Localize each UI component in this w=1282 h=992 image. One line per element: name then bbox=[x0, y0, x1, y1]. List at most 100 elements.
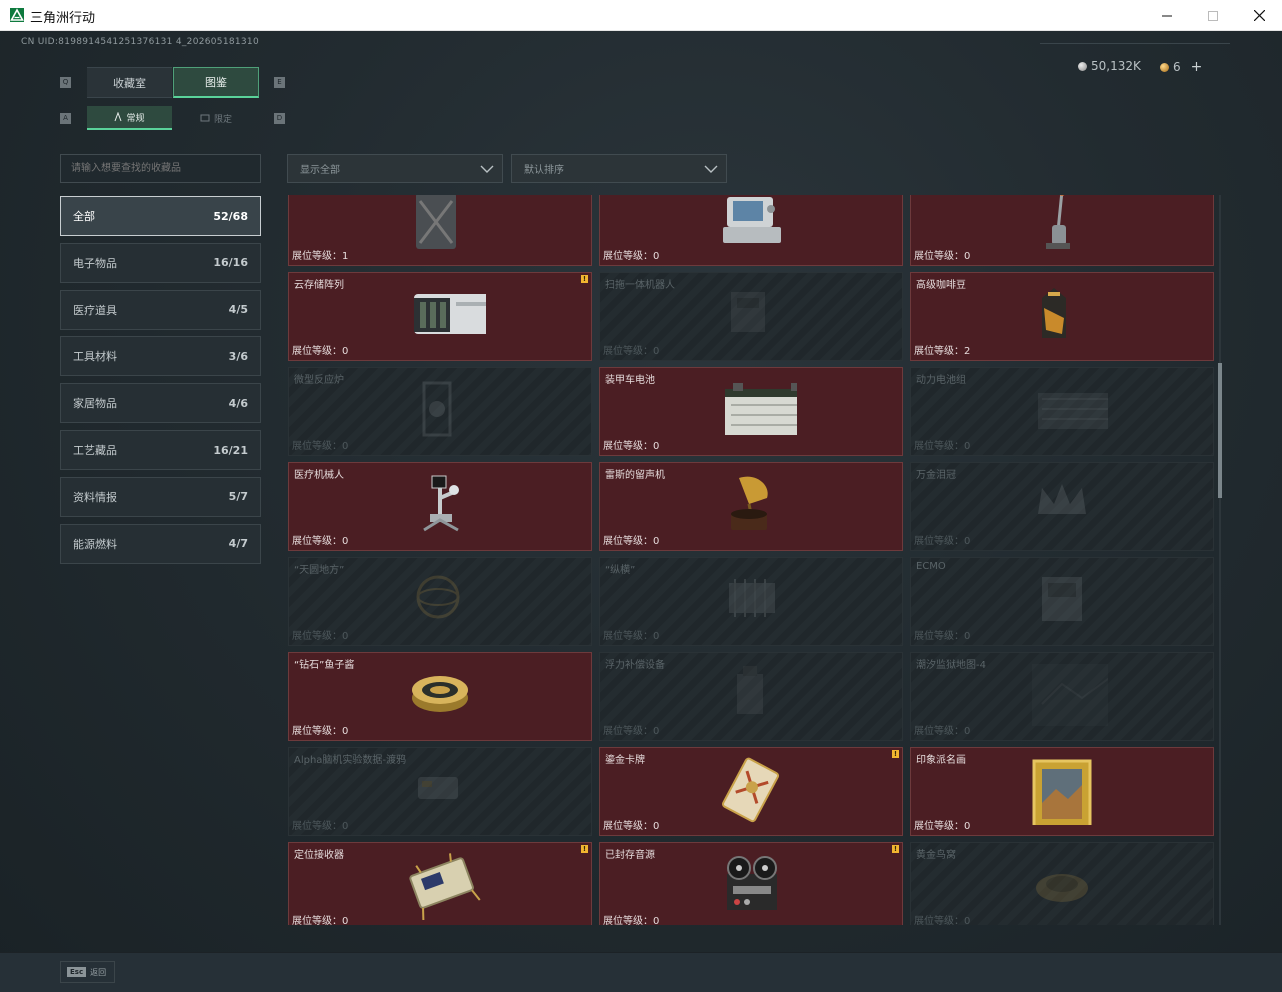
minimize-button[interactable] bbox=[1144, 0, 1190, 31]
ecmo-icon bbox=[1042, 576, 1082, 621]
category-item[interactable]: 医疗道具 4/5 bbox=[60, 289, 261, 330]
collectible-card[interactable]: 已封存音源 展位等级：0! bbox=[599, 842, 903, 925]
collectible-level: 展位等级：0 bbox=[292, 536, 349, 547]
header-divider bbox=[1040, 43, 1230, 44]
back-button[interactable]: Esc 返回 bbox=[60, 961, 115, 983]
category-label: 工具材料 bbox=[73, 350, 117, 364]
collectible-level: 展位等级：0 bbox=[292, 726, 349, 737]
collectible-level: 展位等级：0 bbox=[603, 251, 660, 262]
collectible-card[interactable]: 雷斯的留声机 展位等级：0 bbox=[599, 462, 903, 551]
collectible-card[interactable]: 微型反应炉 展位等级：0 bbox=[288, 367, 592, 456]
collectible-card[interactable]: “纵横” 展位等级：0 bbox=[599, 557, 903, 646]
collectible-level: 展位等级：0 bbox=[914, 916, 971, 925]
painting-icon bbox=[1032, 759, 1092, 828]
scrollbar-track[interactable] bbox=[1219, 195, 1221, 925]
collectible-level: 展位等级：0 bbox=[292, 346, 349, 357]
collectible-image bbox=[1016, 195, 1108, 259]
minimize-icon bbox=[1162, 15, 1172, 16]
collectible-image bbox=[705, 375, 809, 449]
collectible-name: 云存储阵列 bbox=[294, 280, 344, 291]
subtab-normal[interactable]: 常规 bbox=[87, 106, 172, 130]
collectible-image bbox=[394, 470, 486, 544]
data-drive-icon bbox=[418, 776, 458, 799]
collectible-level: 展位等级：0 bbox=[292, 821, 349, 832]
maximize-icon bbox=[1208, 10, 1218, 21]
jerrycan-icon bbox=[416, 195, 456, 249]
show-filter-dropdown[interactable]: 显示全部 bbox=[287, 154, 503, 183]
bottom-bar: Esc 返回 bbox=[0, 952, 1282, 992]
collectible-card[interactable]: Alpha脑机实验数据-渡鸦 展位等级：0 bbox=[288, 747, 592, 836]
collectible-image bbox=[705, 755, 797, 829]
collectible-search-input[interactable] bbox=[60, 154, 261, 183]
caviar-tin-icon bbox=[412, 675, 468, 712]
tab-atlas[interactable]: 图鉴 bbox=[173, 67, 259, 98]
collectible-card[interactable]: 展位等级：1 bbox=[288, 195, 592, 266]
collectible-card[interactable]: 扫拖一体机器人 展位等级：0 bbox=[599, 272, 903, 361]
category-label: 电子物品 bbox=[73, 256, 117, 270]
category-count: 5/7 bbox=[228, 490, 248, 504]
category-item[interactable]: 工艺藏品 16/21 bbox=[60, 430, 261, 470]
tab-collection-room[interactable]: 收藏室 bbox=[87, 67, 172, 98]
gold-currency[interactable]: 6 + bbox=[1160, 59, 1202, 75]
category-item[interactable]: 家居物品 4/6 bbox=[60, 383, 261, 424]
collectible-grid: 展位等级：1 展位等级：0 展位等级：0 云存储阵列 展位等级：0! 扫拖一体机器人 展位等… bbox=[287, 195, 1215, 925]
subtab-limited[interactable]: 限定 bbox=[173, 106, 259, 130]
collectible-level: 展位等级：0 bbox=[914, 726, 971, 737]
collectible-card[interactable]: 展位等级：0 bbox=[599, 195, 903, 266]
collectible-card[interactable]: 装甲车电池 展位等级：0 bbox=[599, 367, 903, 456]
category-count: 4/7 bbox=[228, 537, 248, 551]
gold-nest-icon bbox=[1036, 873, 1088, 902]
collectible-card[interactable]: “钻石”鱼子酱 展位等级：0 bbox=[288, 652, 592, 741]
collectible-name: Alpha脑机实验数据-渡鸦 bbox=[294, 755, 407, 766]
category-label: 家居物品 bbox=[73, 397, 117, 411]
dropdown-value: 默认排序 bbox=[524, 165, 564, 176]
category-count: 52/68 bbox=[213, 209, 248, 223]
collectible-card[interactable]: 云存储阵列 展位等级：0! bbox=[288, 272, 592, 361]
collectible-card[interactable]: 浮力补偿设备 展位等级：0 bbox=[599, 652, 903, 741]
collectible-card[interactable]: 黄金鸟窝 展位等级：0 bbox=[910, 842, 1214, 925]
collectible-card[interactable]: 万金泪冠 展位等级：0 bbox=[910, 462, 1214, 551]
collectible-card[interactable]: 展位等级：0 bbox=[910, 195, 1214, 266]
collectible-level: 展位等级：0 bbox=[603, 726, 660, 737]
category-item[interactable]: 能源燃料 4/7 bbox=[60, 523, 261, 564]
collectible-name: 装甲车电池 bbox=[605, 375, 655, 386]
normal-tab-icon bbox=[115, 112, 122, 122]
collectible-level: 展位等级：0 bbox=[914, 536, 971, 547]
collectible-card[interactable]: “天圆地方” 展位等级：0 bbox=[288, 557, 592, 646]
collectible-card[interactable]: 动力电池组 展位等级：0 bbox=[910, 367, 1214, 456]
player-uid: CN UID:8198914541251376131 4_20260518131… bbox=[21, 37, 259, 47]
collectible-level: 展位等级：0 bbox=[603, 821, 660, 832]
collectible-card[interactable]: 鎏金卡牌 展位等级：0! bbox=[599, 747, 903, 836]
maximize-button[interactable] bbox=[1190, 0, 1236, 31]
category-item[interactable]: 电子物品 16/16 bbox=[60, 242, 261, 283]
collectible-image bbox=[394, 280, 498, 354]
collectible-card[interactable]: 医疗机械人展位等级：0 bbox=[288, 462, 592, 551]
collectible-card[interactable]: 定位接收器 展位等级：0! bbox=[288, 842, 592, 925]
chip-icon bbox=[729, 578, 775, 617]
add-currency-button[interactable]: + bbox=[1191, 59, 1203, 75]
collectible-card[interactable]: 印象派名画 展位等级：0 bbox=[910, 747, 1214, 836]
collectible-level: 展位等级：0 bbox=[603, 536, 660, 547]
collectible-card[interactable]: 高级咖啡豆 展位等级：2 bbox=[910, 272, 1214, 361]
key-hint-a: A bbox=[60, 113, 71, 124]
close-button[interactable] bbox=[1236, 0, 1282, 31]
collectible-image bbox=[705, 280, 797, 354]
category-item[interactable]: 全部 52/68 bbox=[60, 196, 261, 236]
esc-key-hint: Esc bbox=[67, 967, 87, 977]
collectible-name: 医疗机械人 bbox=[294, 470, 344, 481]
reel-recorder-icon bbox=[727, 855, 777, 910]
category-item[interactable]: 工具材料 3/6 bbox=[60, 336, 261, 377]
collectible-name: 潮汐监狱地图-4 bbox=[916, 660, 986, 671]
collectible-card[interactable]: 潮汐监狱地图-4 展位等级：0 bbox=[910, 652, 1214, 741]
receiver-icon bbox=[409, 852, 481, 921]
collectible-card[interactable]: ECMO 展位等级：0 bbox=[910, 557, 1214, 646]
subtab-label: 常规 bbox=[126, 113, 145, 124]
collectible-image bbox=[394, 375, 486, 449]
collectible-name: 已封存音源 bbox=[605, 850, 655, 861]
sort-dropdown[interactable]: 默认排序 bbox=[511, 154, 727, 183]
collectible-image bbox=[394, 195, 486, 259]
silver-amount: 50,132K bbox=[1091, 59, 1141, 73]
new-badge-icon: ! bbox=[892, 845, 899, 853]
scrollbar-thumb[interactable] bbox=[1218, 363, 1222, 498]
category-item[interactable]: 资料情报 5/7 bbox=[60, 476, 261, 517]
